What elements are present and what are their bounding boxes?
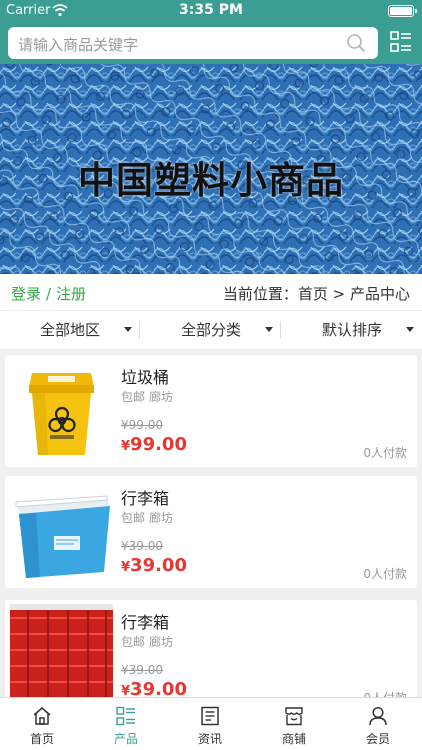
tab-products[interactable]: 产品 [84,698,168,750]
original-price: ¥99.00 [121,418,163,432]
tag-city: 廊坊 [149,511,174,525]
hero-banner[interactable]: 中国塑料小商品 [0,64,422,274]
battery-icon [388,5,417,17]
currency-symbol: ¥ [121,684,131,697]
currency-symbol: ¥ [121,560,131,575]
tab-label: 会员 [365,732,390,746]
tab-stores[interactable]: 商铺 [252,698,336,750]
tab-label: 资讯 [197,732,222,746]
sales-count: 0人付款 [363,446,407,460]
status-bar: Carrier 3:35 PM [0,0,422,22]
news-icon [201,706,219,726]
product-card[interactable]: 行李箱 包邮廊坊 ¥39.00 ¥39.00 0人付款 [5,600,417,697]
account-location-bar: 登录 / 注册 当前位置：首页 > 产品中心 [0,274,422,310]
banner-title: 中国塑料小商品 [78,158,344,202]
current-price: ¥39.00 [121,555,187,576]
product-name: 垃圾桶 [121,368,170,387]
price-value: 39.00 [130,555,187,576]
tag-free-shipping: 包邮 [121,511,146,525]
caret-down-icon [406,327,414,332]
filter-sort-dropdown[interactable]: 默认排序 [282,311,422,349]
tag-free-shipping: 包邮 [121,635,146,649]
caret-down-icon [124,327,132,332]
tag-free-shipping: 包邮 [121,390,146,404]
currency-symbol: ¥ [121,439,131,454]
tab-label: 商铺 [281,732,306,746]
product-list-icon [116,706,135,726]
bottom-tab-bar: 首页 产品 资讯 商铺 会员 [0,697,422,750]
product-list: 垃圾桶 包邮 廊坊 ¥99.00 ¥99.00 0人付款 行李箱 包邮 廊坊 ¥39… [0,355,422,697]
price-value: 99.00 [130,434,187,455]
filter-bar: 全部地区 全部分类 默认排序 [0,311,422,349]
product-image [10,480,113,584]
status-time: 3:35 PM [179,2,243,18]
auth-links: 登录 / 注册 [11,283,86,304]
tab-label: 产品 [113,732,138,746]
filter-sort-label: 默认排序 [321,321,382,339]
login-link[interactable]: 登录 [11,285,41,303]
sales-count: 0人付款 [363,689,407,697]
product-card[interactable]: 垃圾桶 包邮 廊坊 ¥99.00 ¥99.00 0人付款 [5,355,417,467]
divider [280,321,281,339]
divider [139,321,140,339]
breadcrumb: 当前位置：首页 > 产品中心 [222,285,410,303]
price-value: 39.00 [130,679,187,697]
tab-home[interactable]: 首页 [0,698,84,750]
filter-region-dropdown[interactable]: 全部地区 [0,311,140,349]
app-header: Carrier 3:35 PM 请输入商品关键字 [0,0,422,64]
filter-category-dropdown[interactable]: 全部分类 [141,311,281,349]
category-menu-icon[interactable] [390,31,412,53]
sales-count: 0人付款 [363,567,407,581]
store-icon [285,707,303,726]
current-price: ¥99.00 [121,434,187,455]
product-image [10,604,113,697]
tag-city: 廊坊 [149,635,174,649]
original-price: ¥39.00 [121,539,163,553]
product-image [10,359,113,463]
product-tags: 包邮 廊坊 [121,509,173,526]
search-icon[interactable] [346,33,366,53]
current-price: ¥39.00 [121,679,187,697]
tab-news[interactable]: 资讯 [168,698,252,750]
home-icon [33,707,51,725]
product-tags: 包邮 廊坊 [121,633,173,650]
register-link[interactable]: 注册 [56,285,86,303]
tab-member[interactable]: 会员 [336,698,420,750]
tab-label: 首页 [29,732,54,746]
caret-down-icon [265,327,273,332]
search-placeholder: 请输入商品关键字 [18,36,139,54]
product-card[interactable]: 行李箱 包邮廊坊 ¥39.00 ¥39.00 0人付款 [5,476,417,588]
member-icon [369,706,387,726]
filter-region-label: 全部地区 [39,321,100,339]
product-name: 行李箱 [121,613,170,632]
product-name: 行李箱 [121,489,170,508]
original-price: ¥39.00 [121,663,163,677]
search-input[interactable]: 请输入商品关键字 [8,27,378,59]
product-tags: 包邮 廊坊 [121,388,173,405]
auth-separator: / [46,285,52,303]
tag-city: 廊坊 [149,390,174,404]
filter-category-label: 全部分类 [180,321,241,339]
